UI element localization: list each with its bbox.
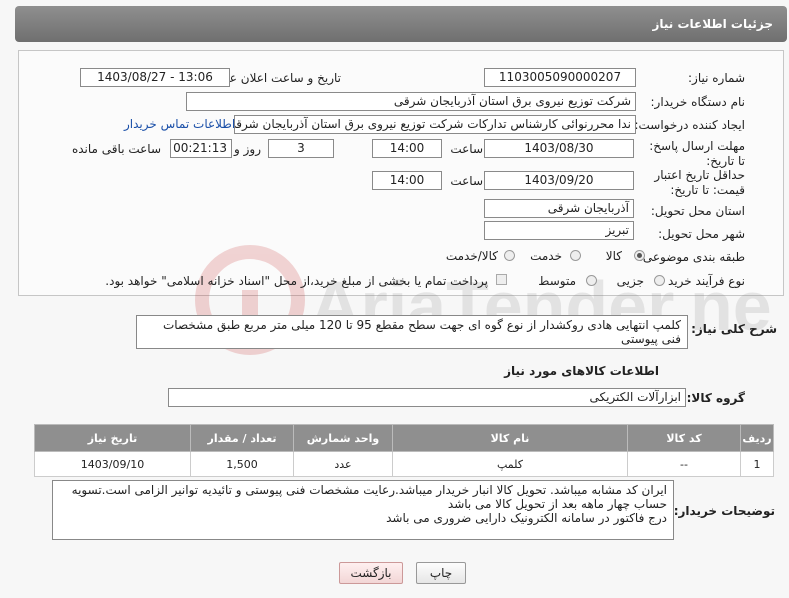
cell-qty: 1,500 [190, 451, 294, 477]
cell-date: 1403/09/10 [34, 451, 191, 477]
col-name: نام کالا [392, 424, 628, 452]
cell-unit: عدد [293, 451, 393, 477]
process-option-medium: متوسط [538, 274, 576, 288]
cell-name: کلمپ [392, 451, 628, 477]
page-header: جزئیات اطلاعات نیاز [15, 6, 787, 42]
category-radio-goods[interactable] [634, 250, 645, 261]
category-radio-goods-service[interactable] [504, 250, 515, 261]
price-time-label: ساعت [450, 174, 483, 188]
days-label: روز و [234, 142, 261, 156]
goods-table-header: ردیف کد کالا نام کالا واحد شمارش تعداد /… [34, 424, 774, 452]
city-label: شهر محل تحویل: [658, 227, 745, 241]
col-code: کد کالا [627, 424, 741, 452]
back-button[interactable]: بازگشت [339, 562, 403, 584]
buyer-contact-link[interactable]: اطلاعات تماس خریدار [124, 117, 235, 131]
price-validity-label: حداقل تاریخ اعتبار قیمت: تا تاریخ: [654, 168, 745, 197]
reply-time-label: ساعت [450, 142, 483, 156]
province-field: آذربایجان شرقی [484, 199, 634, 218]
process-option-minor: جزیی [616, 274, 644, 288]
col-date: تاریخ نیاز [34, 424, 191, 452]
goods-group-field: ابزارآلات الکتریکی [168, 388, 686, 407]
page-title: جزئیات اطلاعات نیاز [652, 17, 773, 31]
goods-group-label: گروه کالا: [686, 391, 745, 405]
city-field: تبریز [484, 221, 634, 240]
col-qty: تعداد / مقدار [190, 424, 294, 452]
buyer-org-label: نام دستگاه خریدار: [650, 95, 746, 109]
description-label: شرح کلی نیاز: [691, 322, 777, 336]
process-radio-minor[interactable] [654, 275, 665, 286]
requester-label: ایجاد کننده درخواست: [634, 118, 745, 132]
process-label: نوع فرآیند خرید : [660, 274, 745, 288]
buyer-notes-line: درج فاکتور در سامانه الکترونیک دارایی ضر… [386, 511, 667, 525]
reply-date-field: 1403/08/30 [484, 139, 634, 158]
price-date-field: 1403/09/20 [484, 171, 634, 190]
announce-field: 1403/08/27 - 13:06 [80, 68, 230, 87]
price-time-field: 14:00 [372, 171, 442, 190]
treasury-payment-checkbox[interactable] [496, 274, 507, 285]
goods-table: ردیف کد کالا نام کالا واحد شمارش تعداد /… [34, 424, 774, 477]
buyer-notes-line: حساب چهار ماهه بعد از تحویل کالا می باشد [447, 497, 667, 511]
buyer-notes-text: ایران کد مشابه میباشد. تحویل کالا انبار … [52, 480, 674, 540]
category-option-service: خدمت [530, 249, 562, 263]
need-number-label: شماره نیاز: [688, 71, 745, 85]
category-option-goods-service: کالا/خدمت [445, 249, 498, 263]
reply-time-field: 14:00 [372, 139, 442, 158]
buyer-notes-line: ایران کد مشابه میباشد. تحویل کالا انبار … [71, 483, 667, 497]
requester-field: ندا محررنوائی کارشناس تدارکات شرکت توزیع… [234, 115, 636, 134]
days-field: 3 [268, 139, 334, 158]
cell-row: 1 [740, 451, 774, 477]
remaining-time-field: 00:21:13 [170, 139, 232, 158]
process-radio-medium[interactable] [586, 275, 597, 286]
remaining-label: ساعت باقی مانده [71, 142, 161, 156]
goods-section-title: اطلاعات کالاهای مورد نیاز [504, 364, 659, 378]
province-label: استان محل تحویل: [650, 204, 745, 218]
print-button[interactable]: چاپ [416, 562, 466, 584]
need-number-field: 1103005090000207 [484, 68, 636, 87]
payment-note: پرداخت تمام یا بخشی از مبلغ خرید،از محل … [105, 274, 488, 288]
table-row: 1 -- کلمپ عدد 1,500 1403/09/10 [34, 451, 774, 477]
category-label: طبقه بندی موضوعی: [638, 250, 745, 264]
buyer-notes-label: توضیحات خریدار: [673, 504, 775, 518]
cell-code: -- [627, 451, 741, 477]
buyer-org-field: شرکت توزیع نیروی برق استان آذربایجان شرق… [186, 92, 636, 111]
col-row: ردیف [740, 424, 774, 452]
reply-deadline-label: مهلت ارسال پاسخ: تا تاریخ: [649, 139, 745, 168]
category-option-goods: کالا [605, 249, 622, 263]
category-radio-service[interactable] [570, 250, 581, 261]
col-unit: واحد شمارش [293, 424, 393, 452]
description-text: کلمپ انتهایی هادی روکشدار از نوع گوه ای … [136, 315, 688, 349]
